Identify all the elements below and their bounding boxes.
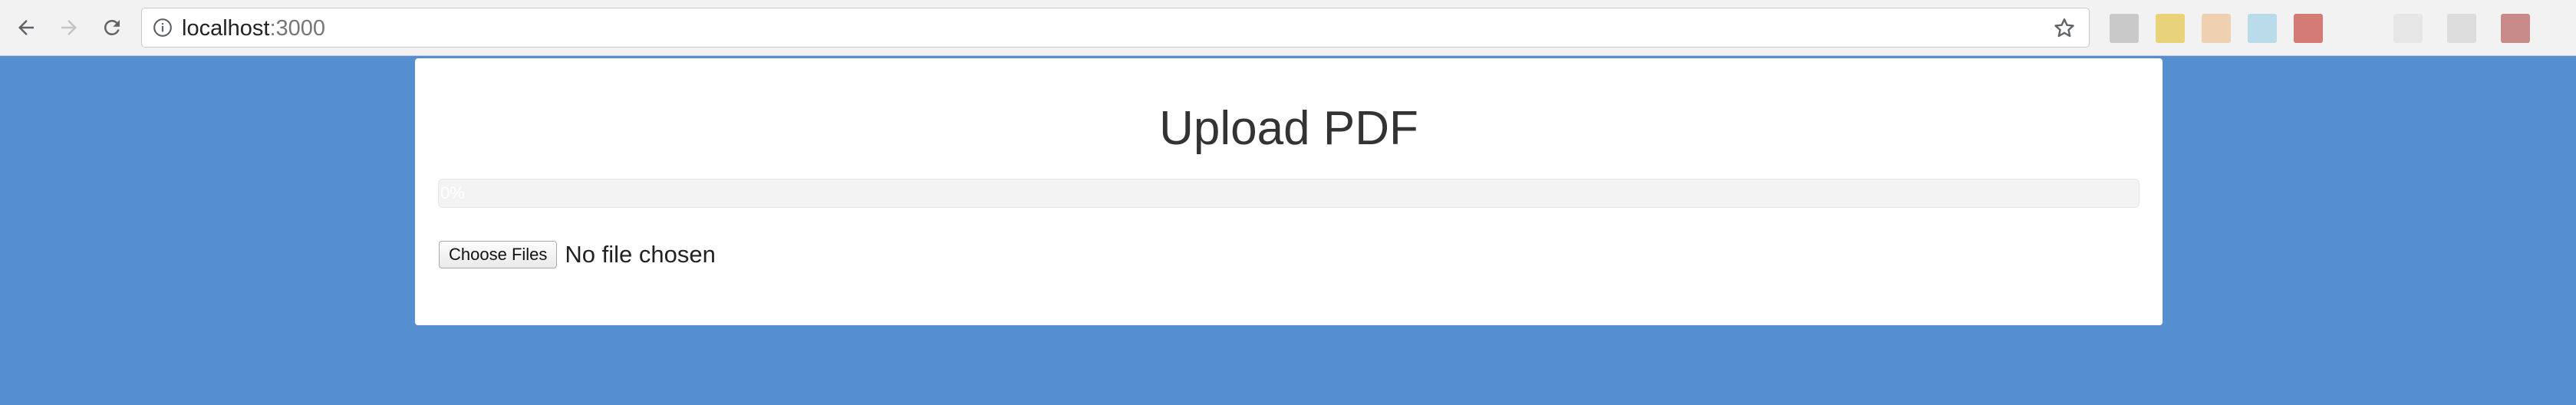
- arrow-right-icon: [61, 20, 77, 35]
- forward-button[interactable]: [52, 11, 86, 44]
- extension-8-icon[interactable]: [2501, 14, 2530, 43]
- progress-label: 0%: [440, 183, 465, 202]
- extension-2-icon[interactable]: [2156, 14, 2185, 43]
- file-status-text: No file chosen: [565, 241, 716, 268]
- reload-button[interactable]: [95, 11, 129, 44]
- upload-progress-bar: 0%: [438, 179, 2140, 208]
- url-host: localhost: [182, 16, 270, 41]
- page-title: Upload PDF: [1159, 102, 1418, 155]
- extension-6-icon[interactable]: [2393, 14, 2423, 43]
- info-icon[interactable]: [153, 18, 173, 38]
- bookmark-star-icon[interactable]: [2052, 16, 2077, 41]
- url-text: localhost:3000: [182, 17, 325, 40]
- file-input: Choose Files No file chosen: [439, 239, 716, 270]
- url-port: :3000: [269, 16, 326, 41]
- back-button[interactable]: [9, 11, 43, 44]
- arrow-left-icon: [18, 20, 34, 35]
- address-bar[interactable]: localhost:3000: [141, 8, 2090, 48]
- extension-5-icon[interactable]: [2294, 14, 2323, 43]
- choose-files-button[interactable]: Choose Files: [439, 241, 558, 268]
- extension-1-icon[interactable]: [2110, 14, 2139, 43]
- extension-3-icon[interactable]: [2202, 14, 2231, 43]
- upload-card: Upload PDF 0% Choose Files No file chose…: [415, 58, 2163, 325]
- extensions-area: [2102, 11, 2570, 46]
- extension-4-icon[interactable]: [2248, 14, 2277, 43]
- browser-toolbar: localhost:3000: [0, 0, 2576, 56]
- extension-7-icon[interactable]: [2447, 14, 2476, 43]
- reload-icon: [104, 19, 120, 35]
